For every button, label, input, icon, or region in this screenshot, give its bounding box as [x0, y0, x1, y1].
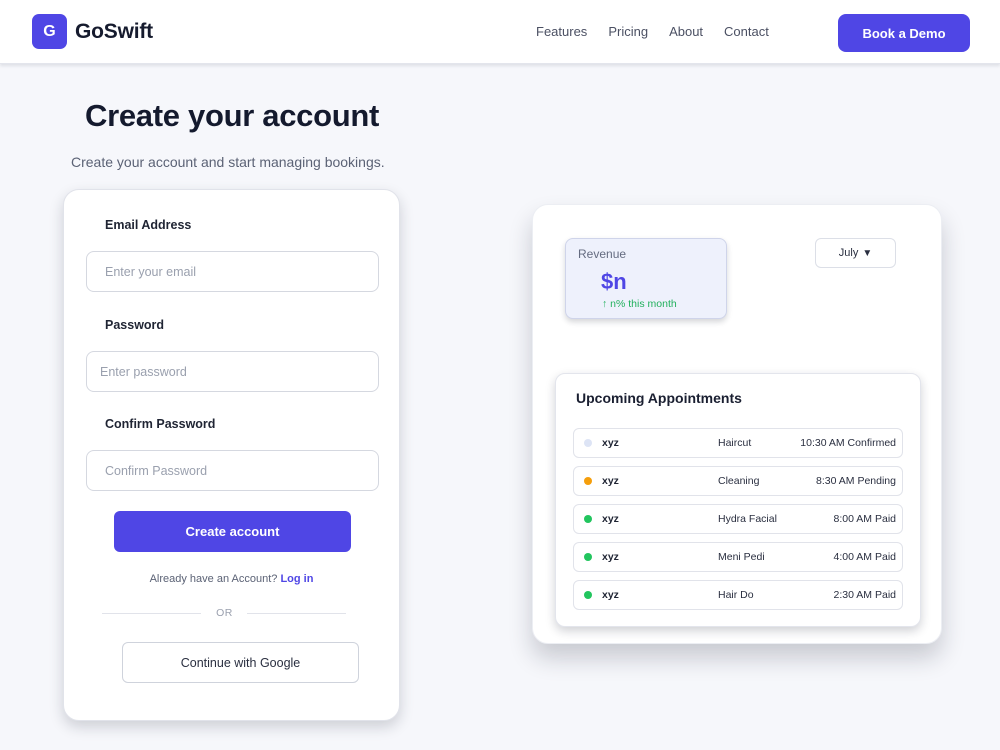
- appointment-row[interactable]: xyz Hair Do 2:30 AM Paid: [573, 580, 903, 610]
- appointment-row[interactable]: xyz Cleaning 8:30 AM Pending: [573, 466, 903, 496]
- upcoming-appointments-panel: Upcoming Appointments xyz Haircut 10:30 …: [555, 373, 921, 627]
- status-dot-icon: [584, 515, 592, 523]
- revenue-widget: Revenue $n ↑ n% this month: [565, 238, 727, 319]
- appointment-time-status: 8:30 AM Pending: [816, 475, 896, 487]
- appointment-service: Cleaning: [718, 475, 760, 487]
- email-label: Email Address: [105, 218, 192, 232]
- appointment-client: xyz: [602, 589, 619, 601]
- nav-link-about[interactable]: About: [669, 24, 703, 39]
- nav-link-features[interactable]: Features: [536, 24, 587, 39]
- password-label: Password: [105, 318, 165, 332]
- signup-form-card: Email Address Password Confirm Password …: [63, 189, 400, 721]
- book-demo-button[interactable]: Book a Demo: [838, 14, 970, 52]
- appointment-time-status: 8:00 AM Paid: [833, 513, 896, 525]
- confirm-password-input[interactable]: [86, 450, 379, 491]
- page-subtitle: Create your account and start managing b…: [71, 154, 385, 170]
- nav-link-contact[interactable]: Contact: [724, 24, 769, 39]
- confirm-password-label: Confirm Password: [105, 417, 216, 431]
- login-prompt: Already have an Account? Log in: [64, 573, 399, 585]
- appointment-row[interactable]: xyz Meni Pedi 4:00 AM Paid: [573, 542, 903, 572]
- brand-logo[interactable]: G GoSwift: [32, 14, 153, 49]
- brand-name: GoSwift: [75, 19, 153, 43]
- dashboard-preview-card: Revenue $n ↑ n% this month July ▼ Upcomi…: [532, 204, 942, 644]
- continue-with-google-button[interactable]: Continue with Google: [122, 642, 359, 683]
- revenue-value: $n: [601, 269, 627, 294]
- password-input[interactable]: [86, 351, 379, 392]
- page-title: Create your account: [85, 98, 380, 133]
- status-dot-icon: [584, 439, 592, 447]
- appointment-service: Haircut: [718, 437, 752, 449]
- email-input[interactable]: [86, 251, 379, 292]
- revenue-change: ↑ n% this month: [602, 298, 677, 310]
- top-nav-bar: G GoSwift Features Pricing About Contact…: [0, 0, 1000, 64]
- appointments-title: Upcoming Appointments: [576, 390, 742, 406]
- caret-down-icon: ▼: [862, 247, 873, 259]
- appointment-service: Meni Pedi: [718, 551, 765, 563]
- divider-right: [247, 613, 346, 614]
- appointment-client: xyz: [602, 475, 619, 487]
- appointment-time-status: 2:30 AM Paid: [833, 589, 896, 601]
- appointment-time-status: 4:00 AM Paid: [833, 551, 896, 563]
- appointments-list: xyz Haircut 10:30 AM Confirmed xyz Clean…: [573, 428, 903, 618]
- appointment-row[interactable]: xyz Hydra Facial 8:00 AM Paid: [573, 504, 903, 534]
- status-dot-icon: [584, 553, 592, 561]
- appointment-client: xyz: [602, 551, 619, 563]
- main-nav: Features Pricing About Contact: [536, 24, 790, 39]
- appointment-time-status: 10:30 AM Confirmed: [800, 437, 896, 449]
- revenue-label: Revenue: [578, 247, 627, 261]
- month-selector-value: July: [838, 247, 859, 259]
- appointment-service: Hair Do: [718, 589, 754, 601]
- month-selector[interactable]: July ▼: [815, 238, 896, 268]
- appointment-row[interactable]: xyz Haircut 10:30 AM Confirmed: [573, 428, 903, 458]
- create-account-button[interactable]: Create account: [114, 511, 351, 552]
- appointment-service: Hydra Facial: [718, 513, 777, 525]
- status-dot-icon: [584, 477, 592, 485]
- appointment-client: xyz: [602, 513, 619, 525]
- nav-link-pricing[interactable]: Pricing: [608, 24, 648, 39]
- logo-mark-icon: G: [32, 14, 67, 49]
- login-link[interactable]: Log in: [280, 573, 313, 585]
- status-dot-icon: [584, 591, 592, 599]
- appointment-client: xyz: [602, 437, 619, 449]
- login-prompt-text: Already have an Account?: [149, 573, 278, 585]
